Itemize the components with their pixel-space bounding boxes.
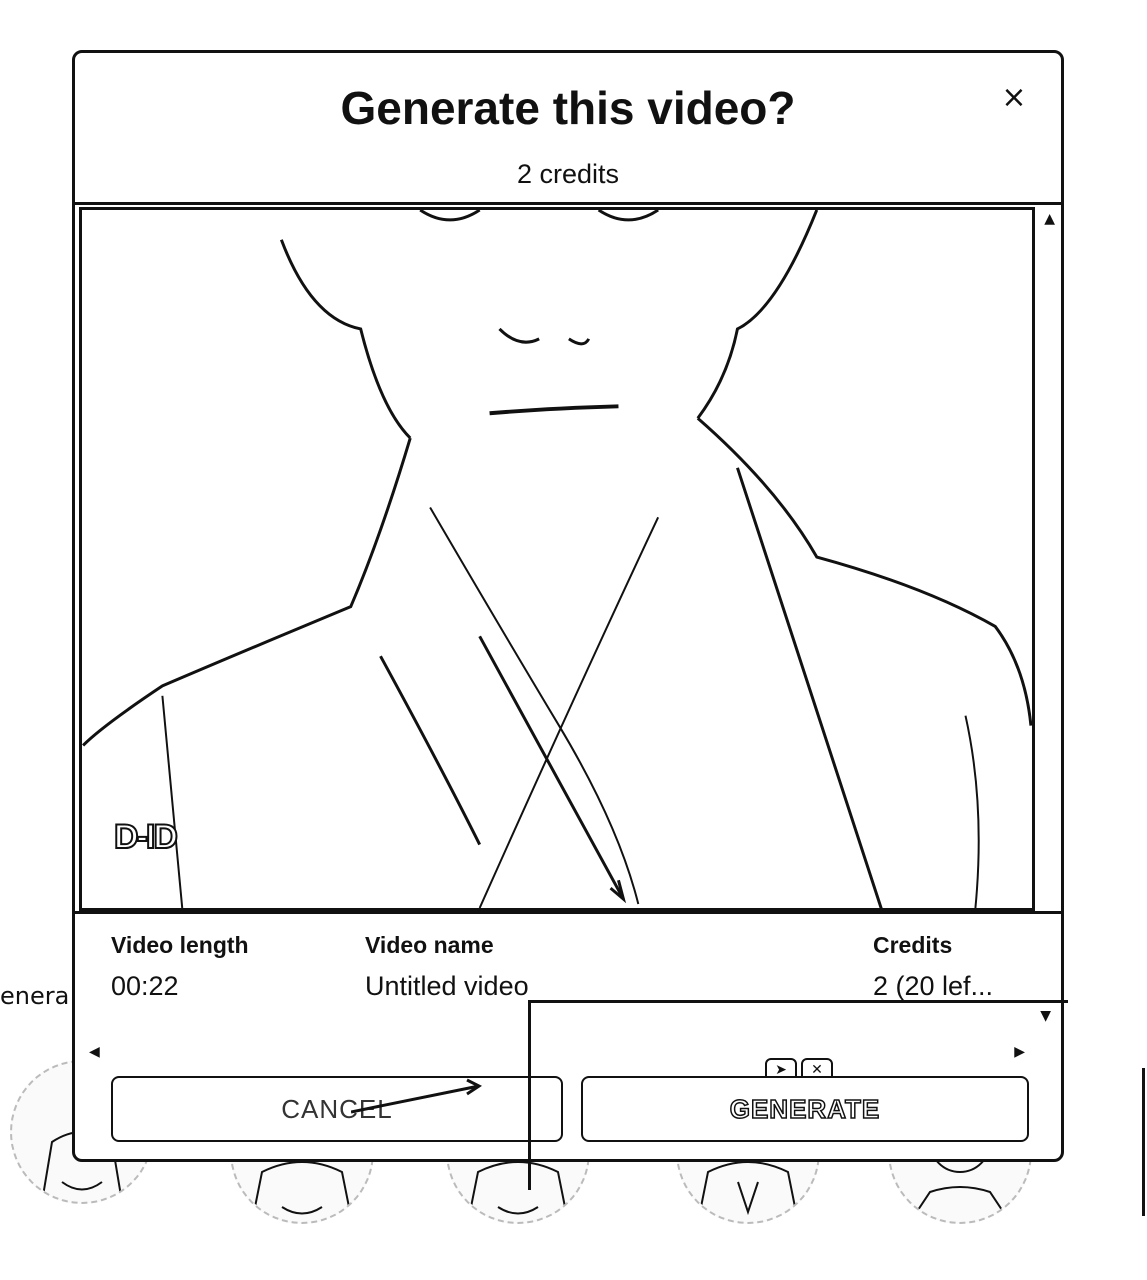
cancel-button[interactable]: CANCEL [111,1076,563,1142]
page-scrollbar[interactable] [1142,1068,1145,1216]
video-name-value: Untitled video [365,971,529,1001]
generate-video-dialog: Generate this video? 2 credits × ▲ D-ID … [72,50,1064,1162]
video-length-field: Video length 00:22 [111,932,249,1002]
video-length-value: 00:22 [111,971,179,1001]
arrow-icon [351,1078,482,1114]
video-name-label: Video name [365,932,494,958]
video-length-label: Video length [111,932,249,958]
close-icon[interactable]: × [999,83,1029,113]
background-partial-label: enera [0,982,70,1010]
presenter-image [82,210,1032,908]
video-name-field: Video name Untitled video [365,932,529,1002]
chevron-down-icon[interactable]: ▼ [1040,1008,1051,1024]
dialog-credits-subtitle: 2 credits [516,159,620,189]
dialog-actions: CANCEL GENERATE [111,1076,1031,1146]
did-watermark: D-ID [113,817,179,857]
generate-button[interactable]: GENERATE [581,1076,1029,1142]
chevron-up-icon[interactable]: ▲ [1044,211,1055,227]
chevron-right-icon[interactable]: ▶ [1014,1044,1025,1060]
video-details: Video length 00:22 Video name Untitled v… [75,911,1061,1165]
dialog-header: Generate this video? 2 credits × [75,53,1061,205]
credits-value: 2 (20 lef... [873,971,994,1001]
credits-label: Credits [873,932,953,958]
credits-field: Credits 2 (20 lef... [873,932,993,1002]
video-preview: D-ID [79,207,1035,911]
dialog-title: Generate this video? [340,82,796,134]
chevron-left-icon[interactable]: ◀ [89,1044,100,1060]
